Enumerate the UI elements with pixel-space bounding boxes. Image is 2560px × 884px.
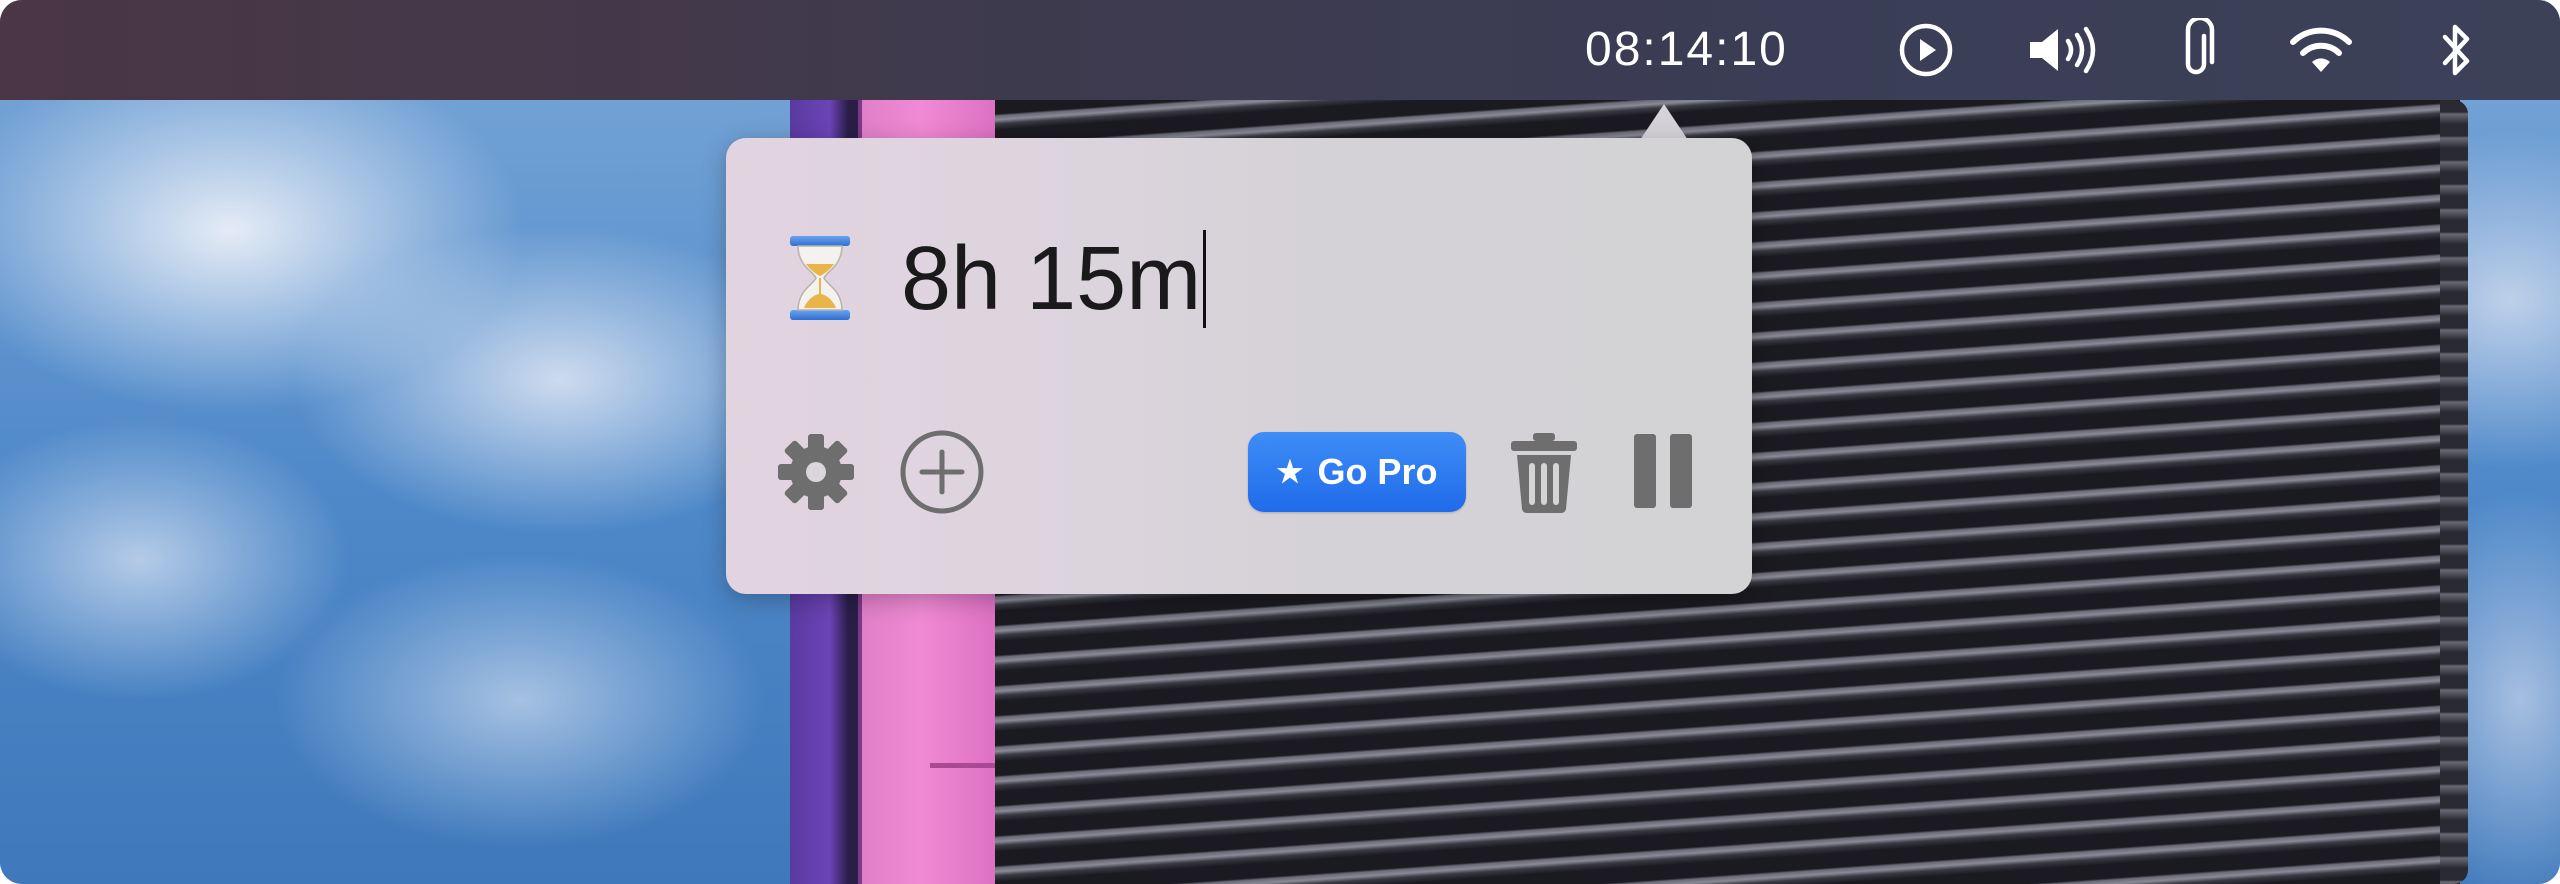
go-pro-button[interactable]: ★ Go Pro xyxy=(1248,432,1466,512)
paperclip-icon[interactable] xyxy=(2166,18,2226,78)
play-circle-icon[interactable] xyxy=(1896,22,1956,78)
menubar-clock[interactable]: 08:14:10 xyxy=(1585,20,1788,80)
menu-bar: 08:14:10 xyxy=(0,0,2560,100)
pause-timer-button[interactable] xyxy=(1628,428,1698,514)
hourglass-icon xyxy=(786,234,854,322)
wallpaper-building-edge xyxy=(2440,100,2468,884)
text-caret xyxy=(1203,230,1207,328)
gear-icon xyxy=(778,434,854,510)
add-timer-button[interactable] xyxy=(898,428,986,516)
volume-icon[interactable] xyxy=(2024,22,2104,78)
go-pro-label: Go Pro xyxy=(1317,451,1438,492)
bluetooth-icon[interactable] xyxy=(2432,22,2482,78)
timer-popover: 8h 15m ★ Go Pro xyxy=(726,138,1752,594)
timer-duration-input[interactable]: 8h 15m xyxy=(901,224,1601,334)
wifi-icon[interactable] xyxy=(2286,22,2356,78)
pause-icon xyxy=(1634,434,1692,508)
popover-arrow xyxy=(1640,104,1688,140)
delete-timer-button[interactable] xyxy=(1504,430,1584,516)
settings-gear-button[interactable] xyxy=(774,430,858,514)
timer-duration-value: 8h 15m xyxy=(901,229,1202,329)
plus-circle-icon xyxy=(900,430,984,514)
star-icon: ★ xyxy=(1276,455,1304,489)
trash-icon xyxy=(1511,433,1577,513)
desktop-screen: 08:14:10 8h 15m ★ Go Pro xyxy=(0,0,2560,884)
